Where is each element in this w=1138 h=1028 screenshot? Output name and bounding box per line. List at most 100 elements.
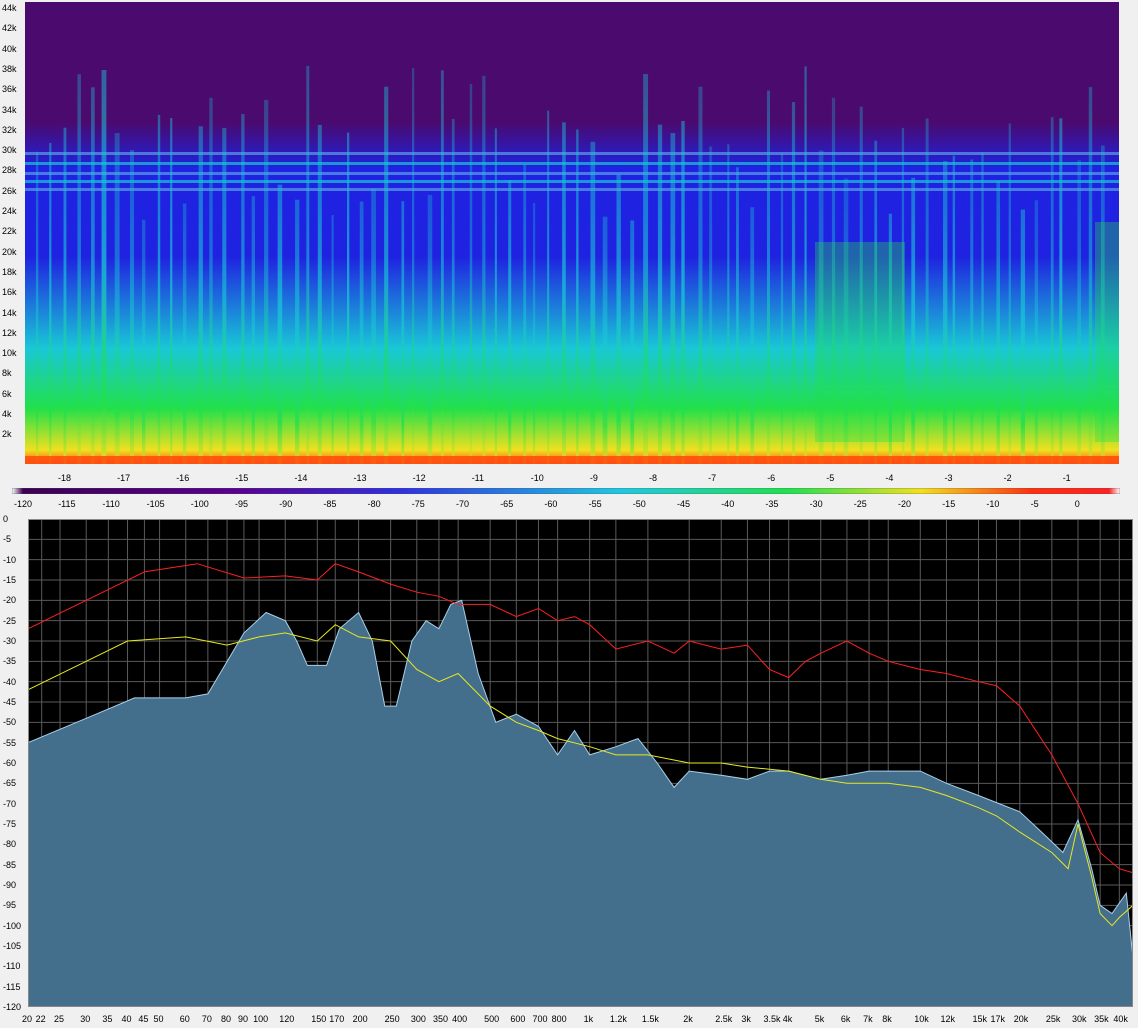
x-tick-label: 7k [863,1014,873,1024]
spectrogram-transient [780,152,784,464]
spectrogram-transient [130,150,135,464]
x-tick-label: 600 [510,1014,526,1024]
color-scale-bar [12,488,1120,494]
spectrogram-transient [602,216,608,464]
y-tick-label: -15 [3,575,17,585]
x-tick-label: 1k [583,1014,594,1024]
x-tick-label: 80 [221,1014,232,1024]
spectrogram-transient [317,124,322,464]
x-tick-label: 170 [329,1014,345,1024]
spectrum-plot[interactable] [28,519,1133,1007]
spectrogram-transient [49,143,52,464]
color-scale-tick-label: -100 [190,499,209,509]
x-tick-label: 350 [432,1014,448,1024]
spectrogram-dense-zone [1095,222,1119,442]
x-tick-label: 22 [35,1014,46,1024]
spectrogram-transient [1077,160,1082,464]
time-tick-label: -9 [589,473,598,483]
x-tick-label: 3.5k [763,1014,781,1024]
x-tick-label: 100 [253,1014,269,1024]
freq-tick-label: 30k [2,145,17,156]
color-scale-tick-label: -85 [323,499,337,509]
time-tick-label: -12 [412,473,426,483]
y-tick-label: 0 [3,514,9,524]
spectrogram-transient [616,174,621,464]
x-tick-label: 90 [237,1014,248,1024]
x-tick-label: 10k [914,1014,929,1024]
spectrogram-transient [804,66,807,464]
color-scale-tick-label: -65 [500,499,514,509]
freq-tick-label: 26k [2,185,17,196]
spectrogram-transient [101,70,107,464]
spectrogram-dense-zone [815,242,905,442]
spectrogram-transient [494,128,497,464]
spectrogram-transient [681,121,685,464]
x-tick-label: 800 [551,1014,567,1024]
spectrogram-transient [670,133,676,464]
spectrogram-noise-band [25,152,1119,155]
spectrogram-transient [1034,200,1039,464]
spectrogram-transient [440,70,444,464]
spectrogram-transient [736,167,739,464]
spectrogram-transient [277,184,283,464]
y-tick-label: -75 [3,819,17,829]
color-scale-tick-label: -45 [677,499,691,509]
freq-tick-label: 6k [2,388,12,399]
time-tick-label: -11 [471,473,485,483]
y-tick-label: -85 [3,859,17,870]
time-tick-label: -18 [58,473,72,483]
spectrogram-transient [766,90,771,464]
color-scale-tick-label: -25 [853,499,867,509]
spectrogram-transient [35,151,39,464]
spectrogram-image[interactable] [25,2,1119,464]
spectrogram-transient [791,102,796,464]
spectrogram-transient [371,188,376,464]
spectrogram-transient [750,207,755,464]
y-tick-label: -40 [3,676,17,687]
x-tick-label: 50 [153,1014,164,1024]
spectrogram-transient [157,114,161,464]
spectrogram-transient [451,118,455,464]
x-tick-label: 30k [1072,1014,1087,1024]
freq-tick-label: 14k [2,307,17,318]
spectrogram-transient [198,126,203,464]
time-tick-label: -10 [530,473,544,483]
freq-tick-label: 34k [2,104,17,115]
spectrogram-transient [331,215,334,464]
color-scale-tick-label: -5 [1030,499,1039,509]
spectrogram-transient [427,194,433,464]
spectrogram-transient [532,202,536,464]
color-scale-tick-label: 0 [1074,499,1080,509]
freq-tick-label: 40k [2,43,17,54]
x-tick-label: 2.5k [715,1014,733,1024]
time-tick-label: -2 [1003,473,1012,483]
freq-tick-label: 44k [2,3,17,13]
color-scale-tick-label: -80 [367,499,381,509]
y-tick-label: -25 [3,615,17,626]
color-scale-tick-label: -15 [942,499,956,509]
freq-tick-label: 32k [2,124,17,135]
color-scale-tick-label: -30 [809,499,823,509]
spectrogram-low-band [25,456,1119,464]
spectrogram-transient [1059,118,1063,464]
y-tick-label: -120 [3,1002,22,1012]
color-scale-tick-label: -20 [898,499,912,509]
color-scale-tick-label: -75 [411,499,425,509]
spectrogram-transient [241,113,245,464]
color-scale-tick-label: -105 [146,499,165,509]
time-tick-label: -13 [353,473,367,483]
y-tick-label: -10 [3,554,17,565]
spectrogram-transient [657,124,663,464]
spectrogram-transient [63,127,67,464]
y-tick-label: -95 [3,900,17,911]
freq-tick-label: 22k [2,226,17,237]
freq-tick-label: 10k [2,348,17,359]
spectrogram-transient [401,201,405,464]
spectrogram-transient [264,99,269,464]
x-tick-label: 400 [452,1014,468,1024]
spectrogram-transient [222,127,227,464]
spectrogram-transient [1088,87,1093,464]
x-tick-label: 3k [741,1014,751,1024]
y-tick-label: -5 [3,534,12,545]
x-tick-label: 1.5k [641,1014,659,1024]
